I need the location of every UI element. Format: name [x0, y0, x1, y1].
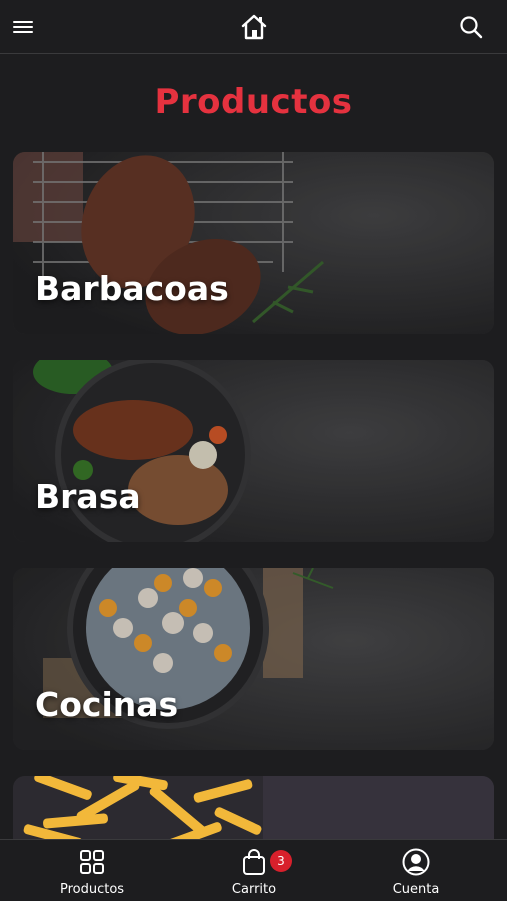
- user-account-icon: [402, 848, 430, 876]
- hamburger-menu-icon: [13, 21, 33, 33]
- cart-count-badge: 3: [270, 850, 292, 872]
- page-title: Productos: [154, 82, 353, 122]
- home-icon: [241, 14, 267, 40]
- nav-label-carrito: Carrito: [231, 882, 277, 897]
- home-button[interactable]: [239, 12, 269, 42]
- category-label: Barbacoas: [35, 269, 229, 308]
- nav-item-cuenta[interactable]: Cuenta: [356, 840, 476, 901]
- category-card-brasa[interactable]: Brasa: [13, 360, 494, 542]
- grid-icon: [80, 850, 104, 874]
- bottom-navigation: Productos 3 Carrito Cuenta: [0, 839, 507, 900]
- category-card-barbacoas[interactable]: Barbacoas: [13, 152, 494, 334]
- category-label: Brasa: [35, 477, 141, 516]
- nav-label-productos: Productos: [59, 882, 125, 897]
- search-button[interactable]: [458, 14, 484, 40]
- category-card-cocinas[interactable]: Cocinas: [13, 568, 494, 750]
- top-app-bar: [0, 0, 507, 54]
- shopping-bag-icon: [243, 849, 265, 875]
- search-icon: [460, 16, 483, 39]
- nav-item-productos[interactable]: Productos: [32, 840, 152, 901]
- nav-item-carrito[interactable]: 3 Carrito: [194, 840, 314, 901]
- nav-label-cuenta: Cuenta: [392, 882, 440, 897]
- category-label: Cocinas: [35, 685, 179, 724]
- menu-button[interactable]: [12, 16, 36, 38]
